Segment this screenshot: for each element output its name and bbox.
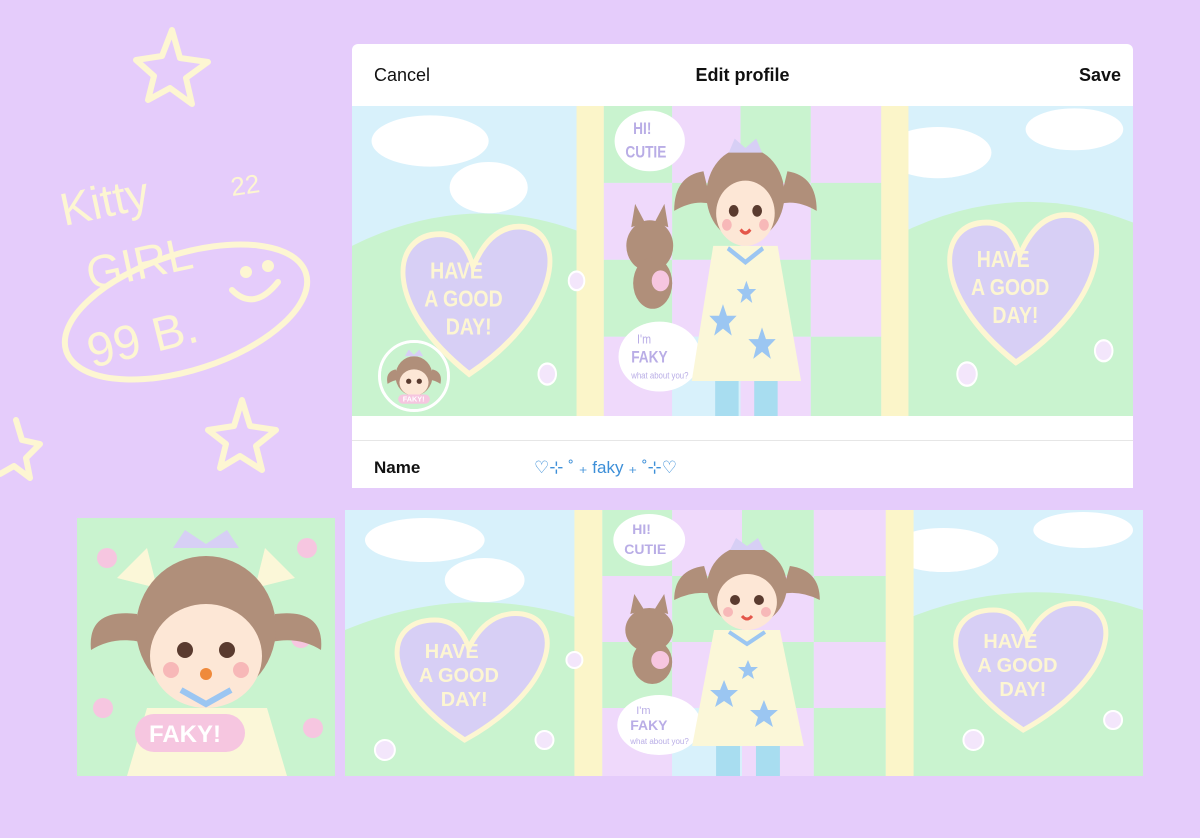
- bubble-text: what about you?: [630, 370, 688, 381]
- heart-text: A GOOD: [424, 286, 502, 312]
- bubble-text: I'm: [637, 332, 651, 347]
- header-image[interactable]: HAVE A GOOD DAY! HAVE A GOOD DAY! HI! CU…: [352, 106, 1133, 416]
- save-button[interactable]: Save: [1079, 65, 1121, 86]
- bubble-text: HI!: [633, 120, 651, 138]
- heart-text: DAY!: [441, 689, 488, 711]
- star-doodle: [205, 397, 279, 473]
- avatar-illustration: FAKY!: [381, 343, 447, 409]
- page-title: Edit profile: [695, 65, 790, 85]
- avatar-tag: FAKY!: [149, 721, 221, 748]
- doodle-text-kitty: Kitty: [55, 166, 153, 235]
- name-label: Name: [374, 458, 421, 477]
- heart-text: DAY!: [999, 679, 1046, 701]
- bubble-text: CUTIE: [624, 541, 666, 557]
- bubble-text: FAKY: [631, 348, 667, 366]
- header-preview: HAVE A GOOD DAY! HAVE A GOOD DAY! HI! CU…: [345, 510, 1143, 776]
- doodle-text-number: 22: [229, 168, 262, 202]
- heart-text: A GOOD: [419, 665, 499, 687]
- bubble-text: FAKY: [630, 717, 668, 733]
- bubble-text: CUTIE: [625, 143, 666, 161]
- edit-profile-panel: Cancel Edit profile Save HAVE A GOOD DAY…: [352, 44, 1133, 488]
- heart-text: HAVE: [983, 631, 1037, 653]
- heart-text: DAY!: [446, 314, 492, 340]
- heart-text: HAVE: [425, 641, 479, 663]
- avatar-tag: FAKY!: [403, 395, 425, 404]
- heart-text: DAY!: [992, 302, 1038, 328]
- doodle-decoration: Kitty 22 GIRL 99 B.: [0, 27, 311, 481]
- banner-illustration: HAVE A GOOD DAY! HAVE A GOOD DAY! HI! CU…: [352, 106, 1133, 416]
- bubble-text: what about you?: [629, 737, 689, 746]
- heart-text: A GOOD: [977, 655, 1057, 677]
- heart-text: HAVE: [430, 258, 483, 284]
- doodle-text-99b: 99 B.: [82, 300, 204, 379]
- divider: [352, 440, 1133, 441]
- bubble-text: I'm: [636, 705, 650, 717]
- avatar-preview: FAKY!: [77, 518, 335, 776]
- doodle-text-girl: GIRL: [81, 227, 197, 300]
- smile-doodle: [229, 279, 281, 303]
- star-doodle: [133, 27, 211, 107]
- star-doodle: [0, 417, 43, 481]
- bubble-text: HI!: [632, 521, 651, 537]
- avatar-preview-illustration: FAKY!: [77, 518, 335, 776]
- avatar[interactable]: FAKY!: [378, 340, 450, 412]
- heart-text: A GOOD: [971, 274, 1049, 300]
- name-field[interactable]: ♡⊹ ˚ ₊ faky ₊ ˚⊹♡: [534, 458, 677, 478]
- top-bar: Cancel Edit profile Save: [352, 44, 1133, 106]
- heart-text: HAVE: [977, 246, 1030, 272]
- header-preview-illustration: HAVE A GOOD DAY! HAVE A GOOD DAY! HI! CU…: [345, 510, 1143, 776]
